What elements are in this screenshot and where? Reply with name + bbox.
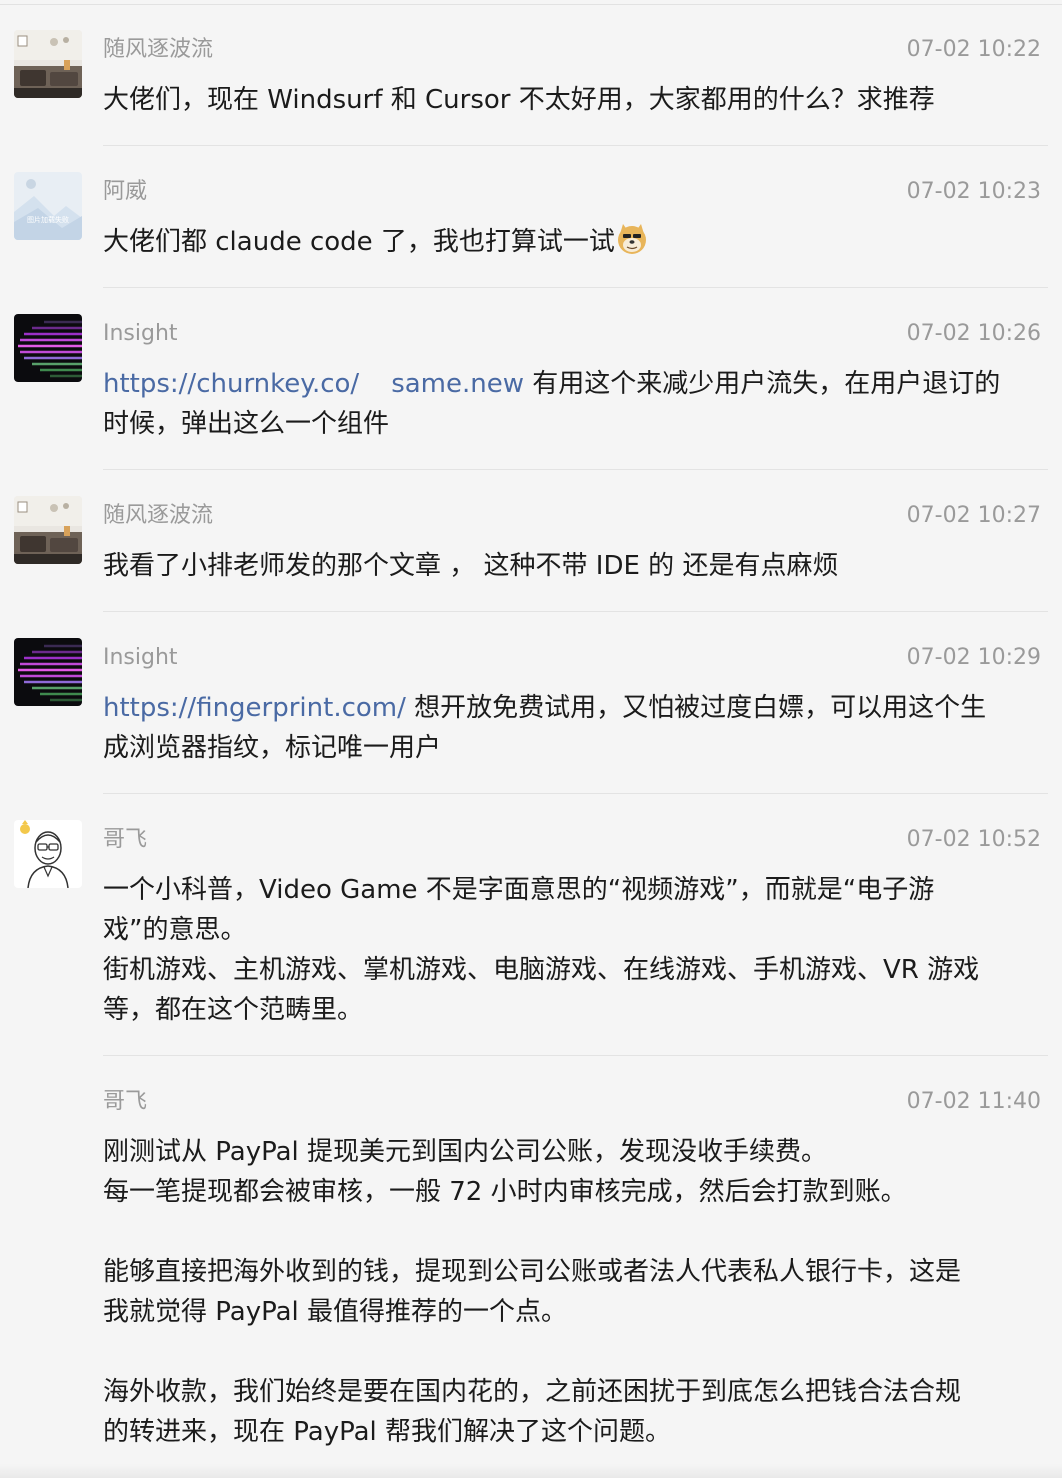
sender-name[interactable]: 阿威 [103,176,147,208]
message-blank-line [103,1332,1048,1372]
message-line: 一个小科普，Video Game 不是字面意思的“视频游戏”，而就是“电子游 [103,875,935,905]
sender-name[interactable]: Insight [103,642,178,674]
message-divider [103,287,1048,288]
message-line: 我就觉得 PayPal 最值得推荐的一个点。 [103,1297,568,1327]
message-link[interactable]: same.new [391,369,524,399]
sender-name[interactable]: 随风逐波流 [103,34,213,66]
message-line: 想开放免费试用，又怕被过度白嫖，可以用这个生 [405,693,987,723]
neon-stripes-avatar [14,314,82,382]
message-divider [103,1055,1048,1056]
avatar[interactable]: 图片加载失败 [14,172,82,240]
sender-name[interactable]: 哥飞 [103,1086,147,1118]
message-time: 07-02 10:27 [906,503,1041,528]
message-time: 07-02 10:22 [906,37,1041,62]
avatar-caption: 图片加载失败 [27,216,69,224]
message-line: 大佬们，现在 Windsurf 和 Cursor 不太好用，大家都用的什么？求推… [103,85,935,115]
message-line: 等，都在这个范畴里。 [103,995,364,1025]
message-line: 的转进来，现在 PayPal 帮我们解决了这个问题。 [103,1417,672,1447]
message-line: 时候，弹出这么一个组件 [103,409,390,439]
message-line: 戏”的意思。 [103,915,247,945]
message-time: 07-02 10:23 [906,179,1041,204]
message-text: 我看了小排老师发的那个文章 ， 这种不带 IDE 的 还是有点麻烦 [103,546,1048,586]
message-link[interactable]: https://fingerprint.com/ [103,693,406,723]
image-placeholder-avatar [14,172,82,240]
neon-stripes-avatar [14,638,82,706]
avatar[interactable] [14,30,82,98]
message-line: 刚测试从 PayPal 提现美元到国内公司公账，发现没收手续费。 [103,1137,828,1167]
avatar[interactable] [14,314,82,382]
sender-name[interactable]: 随风逐波流 [103,500,213,532]
message-time: 07-02 11:40 [906,1089,1041,1114]
avatar[interactable] [14,820,82,888]
top-divider [0,4,1062,5]
message-divider [103,611,1048,612]
bottom-edge [0,1464,1062,1478]
message-blank-line [103,1212,1048,1252]
message-divider [103,145,1048,146]
message-time: 07-02 10:29 [906,645,1041,670]
message-text: 刚测试从 PayPal 提现美元到国内公司公账，发现没收手续费。 每一笔提现都会… [103,1132,1048,1452]
message-line: 成浏览器指纹，标记唯一用户 [103,733,442,763]
message-time: 07-02 10:52 [906,827,1041,852]
message-line: 街机游戏、主机游戏、掌机游戏、电脑游戏、在线游戏、手机游戏、VR 游戏 [103,955,980,985]
message-line: 大佬们都 claude code 了，我也打算试一试 [103,227,615,257]
message-link[interactable]: https://churnkey.co/ [103,369,359,399]
avatar[interactable] [14,496,82,564]
message-divider [103,469,1048,470]
message-text: https://fingerprint.com/ 想开放免费试用，又怕被过度白嫖… [103,688,1048,768]
message-time: 07-02 10:26 [906,321,1041,346]
doge-emoji-icon [615,222,649,256]
cartoon-man-avatar [14,820,82,888]
room-photo-avatar [14,30,82,98]
sender-name[interactable]: 哥飞 [103,824,147,856]
room-photo-avatar [14,496,82,564]
message-text: 一个小科普，Video Game 不是字面意思的“视频游戏”，而就是“电子游 戏… [103,870,1048,1030]
message-line: 我看了小排老师发的那个文章 ， 这种不带 IDE 的 还是有点麻烦 [103,551,839,581]
message-divider [103,793,1048,794]
message-line: 能够直接把海外收到的钱，提现到公司公账或者法人代表私人银行卡，这是 [103,1257,962,1287]
message-text: https://churnkey.co/same.new 有用这个来减少用户流失… [103,364,1048,444]
message-line: 有用这个来减少用户流失，在用户退订的 [524,369,1001,399]
message-text: 大佬们，现在 Windsurf 和 Cursor 不太好用，大家都用的什么？求推… [103,80,1048,120]
message-line: 海外收款，我们始终是要在国内花的，之前还困扰于到底怎么把钱合法合规 [103,1377,962,1407]
message-text: 大佬们都 claude code 了，我也打算试一试 [103,222,1048,262]
avatar[interactable] [14,638,82,706]
message-line: 每一笔提现都会被审核，一般 72 小时内审核完成，然后会打款到账。 [103,1177,907,1207]
sender-name[interactable]: Insight [103,318,178,350]
